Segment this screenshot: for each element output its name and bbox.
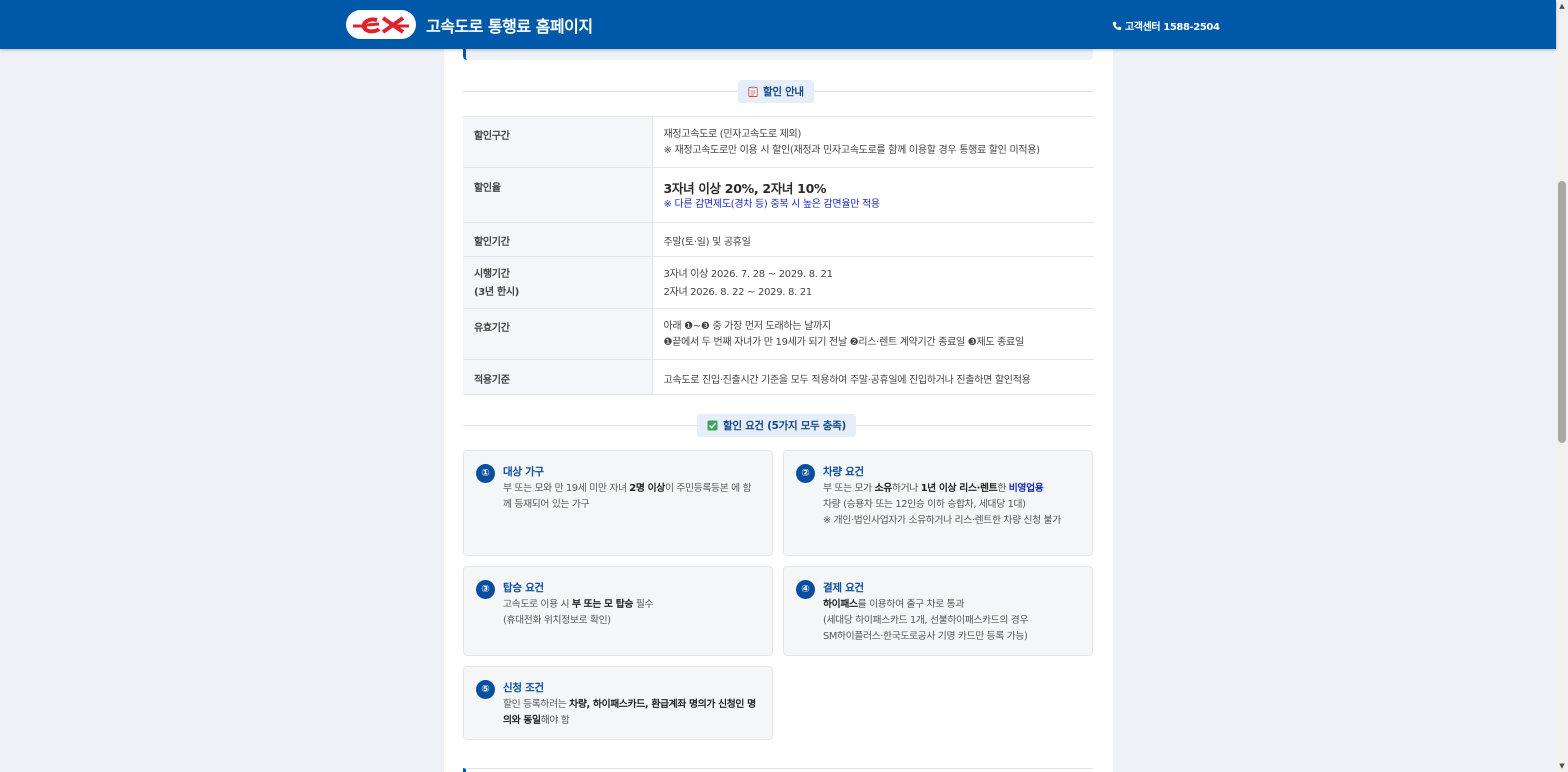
card-title: 대상 가구 bbox=[503, 466, 544, 478]
value-line: 고속도로 진입·진출시간 기준을 모두 적용하여 주말·공휴일에 진입하거나 진… bbox=[663, 375, 1031, 386]
text-segment: 할인 등록하려는 bbox=[503, 699, 570, 710]
text-line: SM하이플러스·한국도로공사 기명 카드만 등록 가능) bbox=[823, 631, 1028, 642]
requirement-card-vehicle: ② 차량 요건 부 또는 모가 소유하거나 1년 이상 리스·렌트한 비영업용 … bbox=[783, 450, 1093, 556]
value-line: 2자녀 2026. 8. 22 ~ 2029. 8. 21 bbox=[663, 287, 813, 298]
page-scrollbar[interactable]: ▲ ▼ bbox=[1556, 0, 1568, 772]
check-box-icon bbox=[707, 420, 718, 431]
discount-info-chip: 할인 안내 bbox=[738, 80, 814, 103]
value-line: ※ 재정고속도로만 이용 시 할인(재정과 민자고속도로를 함께 이용할 경우 … bbox=[663, 145, 1041, 156]
card-body: 할인 등록하려는 차량, 하이패스카드, 환급계좌 명의가 신청인 명의와 동일… bbox=[503, 697, 759, 729]
value-line: 아래 ❶~❸ 중 가장 먼저 도래하는 날까지 bbox=[663, 321, 832, 332]
requirement-card-household: ① 대상 가구 부 또는 모와 만 19세 미만 자녀 2명 이상이 주민등록등… bbox=[463, 450, 773, 556]
scroll-up-arrow-icon[interactable]: ▲ bbox=[1556, 0, 1568, 12]
contact-label: 고객센터 1588-2504 bbox=[1125, 22, 1220, 33]
text-segment: 해야 함 bbox=[540, 715, 570, 726]
scrollbar-thumb[interactable] bbox=[1558, 181, 1566, 443]
card-title: 신청 조건 bbox=[503, 682, 544, 694]
table-row: 할인율 3자녀 이상 20%, 2자녀 10% ※ 다른 감면제도(경차 등) … bbox=[463, 167, 1094, 223]
text-segment: 고속도로 이용 시 bbox=[503, 599, 572, 610]
text-segment: 부 또는 모와 만 19세 미만 자녀 bbox=[503, 483, 630, 494]
step-number-badge: ④ bbox=[796, 580, 815, 599]
row-value: 주말(토·일) 및 공휴일 bbox=[652, 222, 1094, 257]
row-value: 재정고속도로 (민자고속도로 제외) ※ 재정고속도로만 이용 시 할인(재정과… bbox=[652, 116, 1094, 168]
text-segment: 부 또는 모가 bbox=[823, 483, 875, 494]
step-number-badge: ⑤ bbox=[476, 680, 495, 699]
next-section-edge bbox=[463, 768, 1093, 772]
row-value: 3자녀 이상 20%, 2자녀 10% ※ 다른 감면제도(경차 등) 중복 시… bbox=[652, 167, 1094, 223]
row-label: 할인기간 bbox=[463, 222, 653, 257]
text-segment: 를 이용하여 출구 차로 통과 bbox=[857, 599, 965, 610]
ex-logo-mark bbox=[353, 15, 409, 34]
text-bold: 부 또는 모 탑승 bbox=[571, 599, 634, 610]
row-label: 유효기간 bbox=[463, 308, 653, 360]
discount-rate-emphasis: 3자녀 이상 20%, 2자녀 10% bbox=[663, 181, 827, 196]
value-line: 3자녀 이상 2026. 7. 28 ~ 2029. 8. 21 bbox=[663, 269, 833, 280]
row-value: 3자녀 이상 2026. 7. 28 ~ 2029. 8. 21 2자녀 202… bbox=[652, 256, 1094, 309]
step-number-badge: ③ bbox=[476, 580, 495, 599]
main-content: 할인 안내 할인구간 재정고속도로 (민자고속도로 제외) ※ 재정고속도로만 … bbox=[444, 0, 1113, 772]
text-segment: 하거나 bbox=[891, 483, 921, 494]
customer-center-contact[interactable]: 고객센터 1588-2504 bbox=[1112, 18, 1220, 33]
row-value: 아래 ❶~❸ 중 가장 먼저 도래하는 날까지 ❶끝에서 두 번째 자녀가 만 … bbox=[652, 308, 1094, 360]
value-line: 주말(토·일) 및 공휴일 bbox=[663, 237, 751, 248]
table-row: 할인기간 주말(토·일) 및 공휴일 bbox=[463, 222, 1094, 257]
requirements-header: 할인 요건 (5가지 모두 충족) bbox=[463, 414, 1093, 437]
requirement-card-boarding: ③ 탑승 요건 고속도로 이용 시 부 또는 모 탑승 필수 (휴대전화 위치정… bbox=[463, 566, 773, 656]
text-bold: 2명 이상 bbox=[629, 483, 665, 494]
discount-info-table: 할인구간 재정고속도로 (민자고속도로 제외) ※ 재정고속도로만 이용 시 할… bbox=[463, 116, 1094, 395]
row-label: 할인구간 bbox=[463, 116, 653, 168]
text-line: ※ 개인·법인사업자가 소유하거나 리스·렌트한 차량 신청 불가 bbox=[823, 515, 1061, 526]
section-title: 할인 요건 (5가지 모두 충족) bbox=[723, 420, 847, 432]
value-line: ❶끝에서 두 번째 자녀가 만 19세가 되기 전날 ❷리스·렌트 계약기간 종… bbox=[663, 337, 1025, 348]
requirements-chip: 할인 요건 (5가지 모두 충족) bbox=[697, 414, 857, 437]
text-bold: 하이패스 bbox=[823, 599, 858, 610]
section-title: 할인 안내 bbox=[763, 86, 804, 98]
step-number-badge: ② bbox=[796, 464, 815, 483]
ex-logo[interactable] bbox=[346, 10, 416, 39]
text-bold: 1년 이상 리스·렌트 bbox=[920, 483, 998, 494]
table-row: 적용기준 고속도로 진입·진출시간 기준을 모두 적용하여 주말·공휴일에 진입… bbox=[463, 359, 1094, 395]
text-bold: 소유 bbox=[874, 483, 893, 494]
row-value: 고속도로 진입·진출시간 기준을 모두 적용하여 주말·공휴일에 진입하거나 진… bbox=[652, 359, 1094, 395]
row-label: 시행기간 (3년 한시) bbox=[463, 256, 653, 309]
text-bold-blue: 비영업용 bbox=[1008, 483, 1044, 494]
card-title: 결제 요건 bbox=[823, 582, 864, 594]
row-label-sub: (3년 한시) bbox=[474, 287, 520, 298]
row-label-main: 시행기간 bbox=[474, 269, 510, 280]
site-title[interactable]: 고속도로 통행료 홈페이지 bbox=[426, 13, 593, 37]
text-segment: 필수 bbox=[633, 599, 654, 610]
card-body: 하이패스를 이용하여 출구 차로 통과 (세대당 하이패스카드 1개, 선불하이… bbox=[823, 597, 1079, 645]
table-row: 시행기간 (3년 한시) 3자녀 이상 2026. 7. 28 ~ 2029. … bbox=[463, 256, 1094, 309]
card-body: 부 또는 모가 소유하거나 1년 이상 리스·렌트한 비영업용 차량 (승용차 … bbox=[823, 481, 1079, 529]
discount-rate-note: ※ 다른 감면제도(경차 등) 중복 시 높은 감면율만 적용 bbox=[663, 199, 881, 210]
row-label: 할인율 bbox=[463, 167, 653, 223]
requirement-card-payment: ④ 결제 요건 하이패스를 이용하여 출구 차로 통과 (세대당 하이패스카드 … bbox=[783, 566, 1093, 656]
card-body: 부 또는 모와 만 19세 미만 자녀 2명 이상이 주민등록등본 에 함께 등… bbox=[503, 481, 759, 513]
card-body: 고속도로 이용 시 부 또는 모 탑승 필수 (휴대전화 위치정보로 확인) bbox=[503, 597, 759, 629]
requirement-card-application: ⑤ 신청 조건 할인 등록하려는 차량, 하이패스카드, 환급계좌 명의가 신청… bbox=[463, 666, 773, 740]
step-number-badge: ① bbox=[476, 464, 495, 483]
text-line: 차량 (승용차 또는 12인승 이하 승합차, 세대당 1대) bbox=[823, 499, 1026, 510]
top-navigation-bar: 고속도로 통행료 홈페이지 고객센터 1588-2504 bbox=[0, 0, 1556, 49]
text-line: (휴대전화 위치정보로 확인) bbox=[503, 615, 611, 626]
discount-info-header: 할인 안내 bbox=[463, 80, 1093, 103]
clipboard-icon bbox=[748, 86, 758, 97]
text-line: (세대당 하이패스카드 1개, 선불하이패스카드의 경우 bbox=[823, 615, 1029, 626]
text-segment: 한 bbox=[997, 483, 1009, 494]
scroll-down-arrow-icon[interactable]: ▼ bbox=[1556, 760, 1568, 772]
phone-icon bbox=[1112, 21, 1122, 30]
card-title: 차량 요건 bbox=[823, 466, 864, 478]
row-label: 적용기준 bbox=[463, 359, 653, 395]
table-row: 유효기간 아래 ❶~❸ 중 가장 먼저 도래하는 날까지 ❶끝에서 두 번째 자… bbox=[463, 308, 1094, 360]
card-title: 탑승 요건 bbox=[503, 582, 544, 594]
value-line: 재정고속도로 (민자고속도로 제외) bbox=[663, 129, 802, 140]
table-row: 할인구간 재정고속도로 (민자고속도로 제외) ※ 재정고속도로만 이용 시 할… bbox=[463, 116, 1094, 168]
